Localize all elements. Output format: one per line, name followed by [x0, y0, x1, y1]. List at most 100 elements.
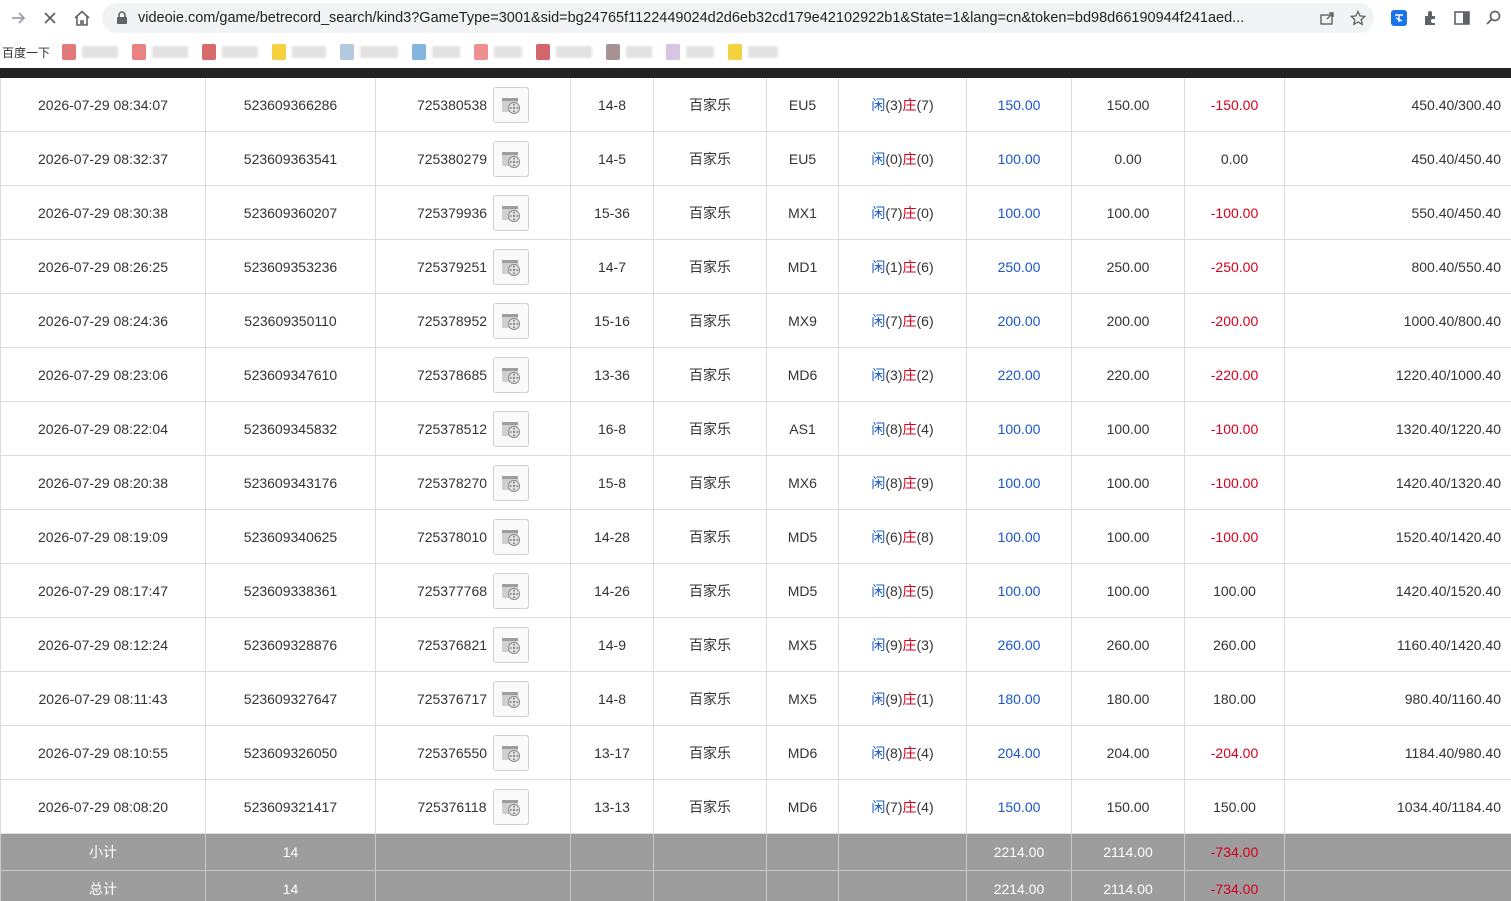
bookmark-favicon-icon	[132, 44, 147, 60]
player-label: 闲	[871, 690, 886, 707]
bookmark-item[interactable]	[606, 44, 653, 60]
video-replay-icon[interactable]	[493, 518, 530, 555]
bookmark-favicon-icon	[606, 44, 621, 60]
bookmark-item[interactable]	[202, 44, 259, 60]
result-cell: 闲(0)庄(0)	[838, 131, 967, 186]
bet-number: 523609363541	[205, 131, 376, 186]
shoe-hand: 13-36	[570, 347, 654, 402]
valid-bet: 260.00	[1071, 617, 1185, 672]
total-row: 总计 14 2214.00 2114.00 -734.00	[0, 870, 1511, 901]
result-cell: 闲(9)庄(3)	[838, 617, 967, 672]
video-replay-icon[interactable]	[493, 680, 530, 717]
result-cell: 闲(8)庄(9)	[838, 455, 967, 510]
video-replay-icon[interactable]	[493, 626, 530, 663]
table-code: AS1	[766, 401, 839, 456]
player-score: (3)	[885, 96, 903, 113]
share-icon[interactable]	[1318, 9, 1336, 27]
table-row: 2026-07-29 08:30:38 523609360207 725379936…	[0, 185, 1511, 240]
round-cell: 725379936	[375, 185, 571, 240]
bookmark-label-blurred	[626, 46, 653, 58]
game-type: 百家乐	[653, 347, 767, 402]
bookmark-item[interactable]	[272, 44, 327, 60]
shoe-hand: 14-9	[570, 617, 654, 672]
extensions-icon[interactable]	[1421, 8, 1441, 28]
video-replay-icon[interactable]	[493, 86, 530, 123]
video-replay-icon[interactable]	[493, 734, 530, 771]
video-replay-icon[interactable]	[493, 248, 530, 285]
player-label: 闲	[871, 474, 886, 491]
video-replay-icon[interactable]	[493, 140, 530, 177]
sidepanel-icon[interactable]	[1452, 8, 1472, 28]
bookmark-item[interactable]	[62, 44, 119, 60]
round-cell: 725378010	[375, 509, 571, 564]
round-number: 725380279	[416, 150, 488, 167]
bet-amount: 100.00	[966, 563, 1072, 618]
player-score: (8)	[885, 744, 903, 761]
address-bar[interactable]: videoie.com/game/betrecord_search/kind3?…	[102, 3, 1374, 33]
stop-loading-icon[interactable]	[34, 2, 66, 34]
video-replay-icon[interactable]	[493, 302, 530, 339]
table-code: MX5	[766, 617, 839, 672]
balance: 1420.40/1520.40	[1284, 563, 1511, 618]
player-score: (7)	[885, 204, 903, 221]
table-code: MX1	[766, 185, 839, 240]
bookmark-favicon-icon	[412, 44, 427, 60]
valid-bet: 180.00	[1071, 671, 1185, 726]
search-icon[interactable]	[1484, 8, 1504, 28]
result-cell: 闲(1)庄(6)	[838, 239, 967, 294]
bet-time: 2026-07-29 08:12:24	[0, 617, 206, 672]
video-replay-icon[interactable]	[492, 788, 529, 825]
player-label: 闲	[871, 636, 886, 653]
translate-icon[interactable]	[1389, 8, 1409, 28]
shoe-hand: 14-8	[570, 671, 654, 726]
banker-score: (0)	[916, 150, 934, 167]
banker-score: (7)	[916, 96, 934, 113]
bookmark-item[interactable]	[728, 44, 779, 60]
player-score: (9)	[885, 636, 903, 653]
bookmark-item[interactable]	[536, 44, 593, 60]
bookmark-label-blurred	[556, 46, 593, 58]
shoe-hand: 13-17	[570, 725, 654, 780]
video-replay-icon[interactable]	[493, 410, 530, 447]
round-number: 725380538	[416, 96, 488, 113]
table-code: MX9	[766, 293, 839, 348]
game-type: 百家乐	[653, 509, 767, 564]
round-number: 725379251	[416, 258, 488, 275]
table-code: MD6	[766, 725, 839, 780]
banker-score: (5)	[916, 582, 934, 599]
video-replay-icon[interactable]	[493, 572, 530, 609]
bookmark-label-blurred	[686, 46, 715, 58]
table-row: 2026-07-29 08:20:38 523609343176 725378270…	[0, 455, 1511, 510]
player-label: 闲	[871, 744, 886, 761]
bookmark-item[interactable]	[132, 44, 189, 60]
video-replay-icon[interactable]	[493, 194, 530, 231]
round-cell: 725380279	[375, 131, 571, 186]
lock-icon[interactable]	[114, 11, 130, 25]
player-score: (6)	[885, 528, 903, 545]
bet-number: 523609366286	[205, 77, 376, 132]
bookmark-label-blurred	[222, 46, 259, 58]
forward-icon[interactable]	[2, 2, 34, 34]
bet-number: 523609345832	[205, 401, 376, 456]
bookmark-item[interactable]	[340, 44, 399, 60]
win-loss: -150.00	[1184, 77, 1285, 132]
banker-label: 庄	[902, 150, 917, 167]
bet-amount: 260.00	[966, 617, 1072, 672]
star-icon[interactable]	[1349, 9, 1367, 27]
bookmark-item[interactable]	[474, 44, 523, 60]
player-label: 闲	[871, 420, 886, 437]
bookmark-item[interactable]	[666, 44, 715, 60]
round-cell: 725378952	[375, 293, 571, 348]
video-replay-icon[interactable]	[493, 464, 530, 501]
win-loss: -100.00	[1184, 185, 1285, 240]
bet-time: 2026-07-29 08:26:25	[0, 239, 206, 294]
home-icon[interactable]	[66, 2, 98, 34]
bookmark-item[interactable]	[412, 44, 461, 60]
bookmark-baidu[interactable]: 百度一下	[2, 44, 50, 61]
round-number: 725378512	[416, 420, 488, 437]
url-text[interactable]: videoie.com/game/betrecord_search/kind3?…	[138, 10, 1298, 26]
bookmark-favicon-icon	[666, 44, 681, 60]
video-replay-icon[interactable]	[493, 356, 530, 393]
round-cell: 725379251	[375, 239, 571, 294]
valid-bet: 200.00	[1071, 293, 1185, 348]
